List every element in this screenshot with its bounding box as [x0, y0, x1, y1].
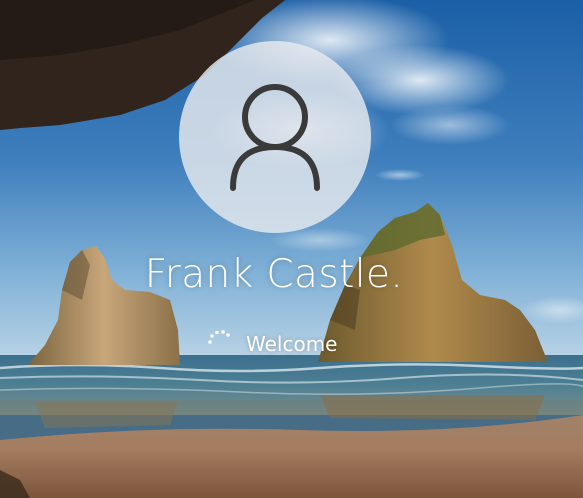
user-name: Frank Castle.: [144, 252, 404, 297]
user-avatar: [179, 41, 371, 233]
sign-in-status: Welcome: [200, 325, 400, 365]
status-text: Welcome: [246, 332, 338, 356]
user-silhouette-icon: [230, 84, 320, 191]
loading-spinner-icon: [208, 330, 230, 344]
